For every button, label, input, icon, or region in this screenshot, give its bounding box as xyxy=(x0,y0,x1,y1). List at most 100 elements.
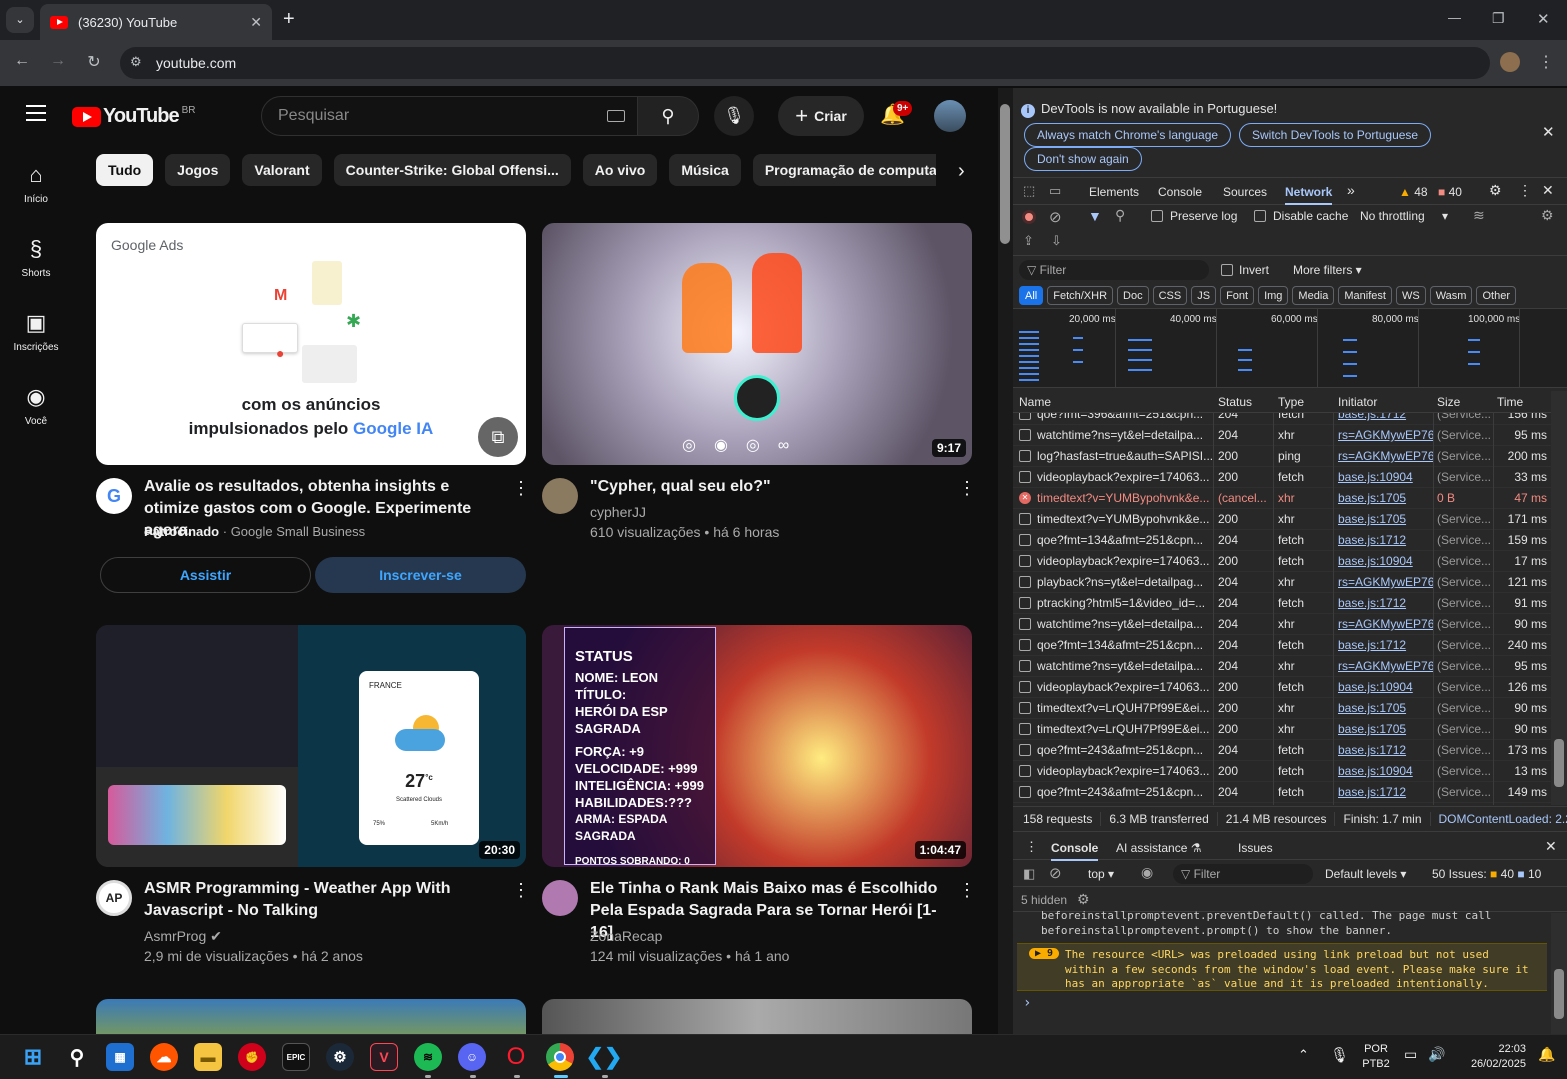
network-request-row[interactable]: videoplayback?expire=174063... 200 fetch ba… xyxy=(1013,467,1551,488)
devtools-menu-icon[interactable]: ⋮ xyxy=(1518,182,1532,199)
tab-network[interactable]: Network xyxy=(1285,185,1333,205)
drawer-tab-issues[interactable]: Issues xyxy=(1238,841,1273,855)
ad-thumbnail[interactable]: Google Ads M ✱ ● com os anúncios impulsi… xyxy=(96,223,526,465)
page-scrollbar[interactable] xyxy=(998,88,1013,1034)
window-close-button[interactable]: ✕ xyxy=(1537,10,1550,28)
video-thumbnail[interactable]: ◎◉◎∞ 9:17 xyxy=(542,223,972,465)
notifications-icon[interactable]: 🔔 xyxy=(1538,1046,1555,1063)
minimize-button[interactable]: — xyxy=(1448,10,1461,25)
type-other[interactable]: Other xyxy=(1476,286,1516,305)
sidebar-item-subscriptions[interactable]: ▣ Inscrições xyxy=(1,310,71,353)
col-size[interactable]: Size xyxy=(1433,395,1493,409)
browser-tab[interactable]: (36230) YouTube ✕ xyxy=(40,4,272,40)
input-language[interactable]: POR PTB2 xyxy=(1358,1042,1394,1072)
show-hidden-icons-chevron-icon[interactable]: ⌃ xyxy=(1298,1047,1309,1063)
clear-icon[interactable]: ⊘ xyxy=(1049,208,1062,226)
devtools-close-icon[interactable]: ✕ xyxy=(1542,182,1554,199)
record-icon[interactable] xyxy=(1022,210,1036,224)
drawer-tab-console[interactable]: Console xyxy=(1051,841,1099,861)
drawer-tab-ai-assistance[interactable]: AI assistance ⚗ xyxy=(1116,841,1201,855)
type-doc[interactable]: Doc xyxy=(1117,286,1149,305)
context-selector[interactable]: top ▾ xyxy=(1088,867,1114,881)
channel-name[interactable]: ZonaRecap xyxy=(590,926,662,946)
request-initiator[interactable]: rs=AGKMywEP764 xyxy=(1333,428,1433,442)
error-count[interactable]: ■ 40 xyxy=(1438,185,1462,199)
ad-subscribe-button[interactable]: Inscrever-se xyxy=(315,557,526,593)
video-thumbnail[interactable]: FRANCE 27°c Scattered Clouds 75% 5Km/h 2… xyxy=(96,625,526,867)
type-wasm[interactable]: Wasm xyxy=(1429,286,1473,305)
throttling-select[interactable]: No throttling ▾ xyxy=(1360,209,1448,223)
video-title[interactable]: ASMR Programming - Weather App With Java… xyxy=(144,878,494,922)
microsoft-store-icon[interactable]: ▦ xyxy=(106,1043,134,1071)
col-name[interactable]: Name xyxy=(1013,395,1213,409)
inspect-element-icon[interactable]: ⬚ xyxy=(1023,183,1035,199)
request-initiator[interactable]: rs=AGKMywEP764 xyxy=(1333,659,1433,673)
channel-avatar[interactable]: AP xyxy=(96,880,132,916)
col-status[interactable]: Status xyxy=(1213,395,1273,409)
restore-button[interactable]: ❐ xyxy=(1492,10,1505,27)
chrome-menu-icon[interactable]: ⋮ xyxy=(1534,52,1558,72)
back-icon[interactable]: ← xyxy=(10,52,34,70)
channel-name[interactable]: AsmrProg xyxy=(144,928,206,944)
request-initiator[interactable]: base.js:1705 xyxy=(1333,722,1433,736)
search-input[interactable]: Pesquisar xyxy=(261,96,638,136)
network-conditions-icon[interactable]: ≋ xyxy=(1473,207,1485,224)
soundcloud-icon[interactable]: ☁ xyxy=(150,1043,178,1071)
vscode-icon[interactable]: ❮❯ xyxy=(586,1043,623,1071)
file-explorer-icon[interactable]: ▬ xyxy=(194,1043,222,1071)
more-tabs-icon[interactable]: » xyxy=(1347,182,1355,198)
video-more-icon[interactable]: ⋮ xyxy=(512,880,530,901)
console-filter-input[interactable]: ▽ Filter xyxy=(1173,864,1313,884)
ad-watch-button[interactable]: Assistir xyxy=(100,557,311,593)
request-initiator[interactable]: base.js:1712 xyxy=(1333,743,1433,757)
request-initiator[interactable]: base.js:1705 xyxy=(1333,512,1433,526)
more-filters-dropdown[interactable]: More filters ▾ xyxy=(1293,263,1362,277)
reload-icon[interactable]: ↻ xyxy=(82,52,106,72)
disable-cache-checkbox[interactable] xyxy=(1254,210,1266,222)
video-thumbnail[interactable] xyxy=(96,999,526,1034)
request-initiator[interactable]: rs=AGKMywEP764 xyxy=(1333,449,1433,463)
request-initiator[interactable]: base.js:10904 xyxy=(1333,680,1433,694)
network-request-row[interactable]: timedtext?v=LrQUH7Pf99E&ei... 200 xhr base.… xyxy=(1013,719,1551,740)
type-font[interactable]: Font xyxy=(1220,286,1255,305)
chip-games[interactable]: Jogos xyxy=(165,154,231,186)
match-language-button[interactable]: Always match Chrome's language xyxy=(1024,123,1232,147)
preserve-log-checkbox[interactable] xyxy=(1151,210,1163,222)
network-request-row[interactable]: ptracking?html5=1&video_id=... 204 fetch ba… xyxy=(1013,593,1551,614)
console-scrollbar[interactable] xyxy=(1551,913,1567,1034)
network-request-row[interactable]: timedtext?v=LrQUH7Pf99E&ei... 200 xhr base.… xyxy=(1013,698,1551,719)
console-warning-message[interactable]: ▶ 9 The resource <URL> was preloaded usi… xyxy=(1017,943,1547,991)
discord-icon[interactable]: ☺ xyxy=(458,1043,486,1071)
sidebar-item-you[interactable]: ◉ Você xyxy=(1,384,71,427)
filter-funnel-icon[interactable]: ▼ xyxy=(1088,208,1102,224)
network-request-row[interactable]: ✕ timedtext?v=YUMBypohvnk&e... (cancel... x… xyxy=(1013,488,1551,509)
forward-icon[interactable]: → xyxy=(46,52,70,70)
network-request-row[interactable]: qoe?fmt=396&afmt=251&cpn... 204 fetch base.… xyxy=(1013,413,1551,425)
request-initiator[interactable]: base.js:1712 xyxy=(1333,638,1433,652)
live-expression-eye-icon[interactable]: ◉ xyxy=(1141,864,1153,881)
type-all[interactable]: All xyxy=(1019,286,1044,305)
log-levels-dropdown[interactable]: Default levels ▾ xyxy=(1325,867,1406,881)
chips-next-chevron-icon[interactable]: › xyxy=(958,160,965,183)
external-link-icon[interactable]: ⧉ xyxy=(478,417,518,457)
warning-count[interactable]: ▲ 48 xyxy=(1399,185,1428,199)
channel-avatar[interactable] xyxy=(542,880,578,916)
dont-show-again-button[interactable]: Don't show again xyxy=(1024,147,1142,171)
search-icon[interactable]: ⚲ xyxy=(1115,207,1125,224)
google-avatar[interactable]: G xyxy=(96,478,132,514)
request-initiator[interactable]: base.js:10904 xyxy=(1333,554,1433,568)
chrome-icon[interactable] xyxy=(546,1043,574,1071)
sidebar-item-home[interactable]: ⌂ Início xyxy=(1,162,71,205)
col-type[interactable]: Type xyxy=(1273,395,1333,409)
col-time[interactable]: Time xyxy=(1493,395,1551,409)
network-request-row[interactable]: videoplayback?expire=174063... 200 fetch ba… xyxy=(1013,551,1551,572)
network-request-row[interactable]: qoe?fmt=243&afmt=251&cpn... 204 fetch base.… xyxy=(1013,740,1551,761)
opera-icon[interactable]: O xyxy=(502,1043,530,1071)
network-request-row[interactable]: watchtime?ns=yt&el=detailpa... 204 xhr rs=A… xyxy=(1013,425,1551,446)
tab-sources[interactable]: Sources xyxy=(1223,185,1267,199)
col-initiator[interactable]: Initiator xyxy=(1333,395,1433,409)
sidebar-toggle-icon[interactable]: ◧ xyxy=(1023,866,1035,882)
request-initiator[interactable]: base.js:1705 xyxy=(1333,701,1433,715)
type-media[interactable]: Media xyxy=(1292,286,1335,305)
type-fetch-xhr[interactable]: Fetch/XHR xyxy=(1047,286,1114,305)
